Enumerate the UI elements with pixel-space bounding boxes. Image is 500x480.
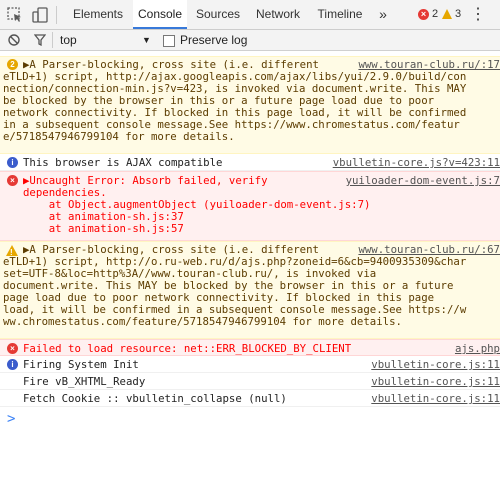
preserve-log-checkbox[interactable]: Preserve log — [163, 30, 247, 50]
console-log-message: Fetch Cookie :: vbulletin_collapse (null… — [0, 390, 500, 407]
message-source-link[interactable]: vbulletin-core.js:11 — [371, 358, 500, 371]
message-text: This browser is AJAX compatible — [23, 156, 223, 169]
checkbox-box[interactable] — [163, 34, 175, 47]
message-source-link[interactable]: vbulletin-core.js?v=423:11 — [333, 156, 500, 169]
console-messages: 2 ▶A Parser-blocking, cross site (i.e. d… — [0, 51, 500, 480]
context-value: top — [60, 33, 77, 47]
filter-divider — [52, 32, 53, 48]
console-log-message: Fire vB_XHTML_Ready vbulletin-core.js:11 — [0, 373, 500, 390]
device-toolbar-icon[interactable] — [31, 6, 49, 24]
message-source-link[interactable]: vbulletin-core.js:11 — [371, 392, 500, 405]
console-warning-message[interactable]: 2 ▶A Parser-blocking, cross site (i.e. d… — [0, 56, 500, 154]
console-input[interactable] — [20, 411, 490, 471]
message-source-link[interactable]: ajs.php — [455, 342, 500, 355]
info-icon: i — [7, 157, 18, 168]
inspect-element-icon[interactable] — [6, 6, 24, 24]
message-source-link[interactable]: www.touran-club.ru/:67 — [358, 243, 500, 256]
console-error-message[interactable]: × ▶Uncaught Error: Absorb failed, verify… — [0, 171, 500, 241]
info-icon: i — [7, 359, 18, 370]
message-source-link[interactable]: vbulletin-core.js:11 — [371, 375, 500, 388]
tab-elements[interactable]: Elements — [63, 0, 133, 29]
context-dropdown-arrow-icon[interactable]: ▼ — [142, 30, 151, 50]
console-error-message[interactable]: × Failed to load resource: net::ERR_BLOC… — [0, 339, 500, 356]
error-circle-icon: × — [418, 8, 429, 20]
error-count: 2 — [432, 8, 439, 20]
more-options-icon[interactable]: ⋮ — [470, 0, 486, 29]
message-text: Firing System Init — [23, 358, 139, 371]
tab-timeline[interactable]: Timeline — [310, 0, 370, 29]
tab-console[interactable]: Console — [133, 0, 187, 29]
repeat-count-badge: 2 — [7, 59, 18, 70]
preserve-log-label: Preserve log — [180, 33, 248, 47]
error-icon: × — [7, 343, 18, 354]
message-line: ww.chromestatus.com/feature/571854794679… — [3, 315, 402, 328]
message-source-link[interactable]: yuiloader-dom-event.js:7 — [346, 174, 500, 187]
tab-sources[interactable]: Sources — [189, 0, 247, 29]
warning-triangle-icon — [442, 9, 452, 20]
error-count-badge[interactable]: × 2 — [418, 0, 438, 29]
context-select[interactable]: top — [60, 30, 150, 50]
message-text: Fetch Cookie :: vbulletin_collapse (null… — [23, 392, 287, 405]
console-filter-bar: top ▼ Preserve log — [0, 30, 500, 51]
console-warning-message[interactable]: ! ▶A Parser-blocking, cross site (i.e. d… — [0, 241, 500, 339]
devtools-tab-bar: Elements Console Sources Network Timelin… — [0, 0, 500, 30]
message-text: Failed to load resource: net::ERR_BLOCKE… — [23, 342, 352, 355]
message-source-link[interactable]: www.touran-club.ru/:17 — [358, 58, 500, 71]
console-info-message: i Firing System Init vbulletin-core.js:1… — [0, 356, 500, 373]
filter-icon[interactable] — [33, 30, 48, 50]
stack-frame[interactable]: at animation-sh.js:57 — [23, 222, 184, 235]
console-info-message: i This browser is AJAX compatible vbulle… — [0, 154, 500, 171]
message-text: Fire vB_XHTML_Ready — [23, 375, 146, 388]
clear-console-icon[interactable] — [8, 30, 22, 50]
more-tabs-icon[interactable]: » — [371, 0, 395, 29]
warning-count: 3 — [455, 8, 462, 20]
warning-count-badge[interactable]: 3 — [442, 0, 461, 29]
toolbar-divider — [56, 6, 57, 24]
console-prompt-icon[interactable]: > — [7, 412, 15, 426]
tab-network[interactable]: Network — [248, 0, 308, 29]
error-icon: × — [7, 175, 18, 186]
message-line: e/5718547946799104 for more details. — [3, 130, 235, 143]
